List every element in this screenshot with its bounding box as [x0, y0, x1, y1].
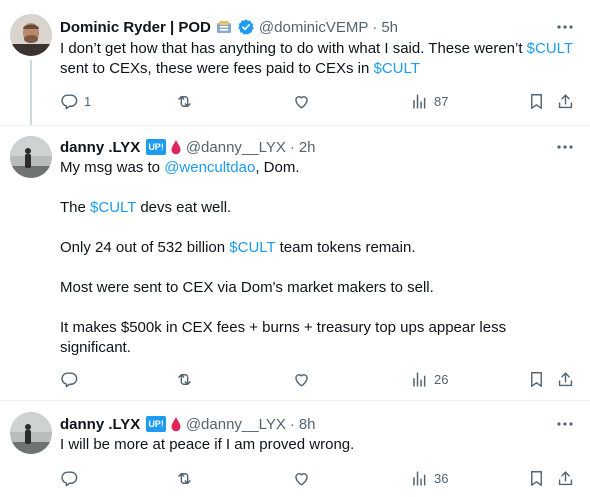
avatar[interactable]	[10, 14, 52, 56]
avatar[interactable]	[10, 136, 52, 178]
separator-dot: ·	[289, 138, 295, 156]
reply-count: 1	[84, 93, 92, 109]
avatar[interactable]	[10, 412, 52, 454]
bookmark-button[interactable]	[527, 90, 546, 112]
reply-button[interactable]: 1	[60, 90, 91, 112]
up-badge: UP!	[146, 416, 166, 432]
like-button[interactable]	[292, 368, 311, 390]
cashtag-link[interactable]: $CULT	[527, 40, 573, 57]
views-count: 36	[434, 470, 449, 486]
views-button[interactable]: 26	[410, 368, 448, 390]
repost-button[interactable]	[175, 368, 194, 390]
like-icon	[292, 370, 311, 389]
tweet-paragraph: I don’t get how that has anything to do …	[60, 39, 575, 79]
cashtag-link[interactable]: $CULT	[229, 239, 275, 256]
author-handle[interactable]: @dominicVEMP	[259, 19, 368, 36]
like-icon	[292, 469, 311, 488]
text-segment: My msg was to	[60, 159, 165, 176]
tweet-paragraph: My msg was to @wencultdao, Dom.	[60, 158, 575, 178]
reply-icon	[60, 92, 79, 111]
tweet-3[interactable]: danny .LYX UP! @danny__LYX · 8h I will b…	[0, 401, 590, 497]
reply-icon	[60, 370, 79, 389]
more-icon[interactable]	[554, 136, 576, 158]
reply-button[interactable]	[60, 368, 79, 390]
text-segment: I don’t get how that has anything to do …	[60, 40, 527, 57]
tweet-paragraph: Most were sent to CEX via Dom's market m…	[60, 278, 575, 298]
cashtag-link[interactable]: $CULT	[90, 199, 136, 216]
blood-drop-icon	[170, 416, 182, 432]
tweet-paragraph: I will be more at peace if I am proved w…	[60, 436, 355, 453]
timestamp[interactable]: 8h	[299, 416, 316, 433]
more-icon[interactable]	[554, 16, 576, 38]
text-segment: Only 24 out of 532 billion	[60, 239, 230, 256]
timestamp[interactable]: 2h	[299, 139, 316, 156]
views-icon	[410, 370, 429, 389]
views-icon	[410, 469, 429, 488]
text-segment: Most were sent to CEX via Dom's market m…	[60, 279, 434, 296]
text-segment: It makes $500k in CEX fees + burns + tre…	[60, 319, 507, 356]
share-icon	[556, 92, 575, 111]
repost-icon	[175, 92, 194, 111]
text-segment: The	[60, 199, 91, 216]
more-icon[interactable]	[554, 413, 576, 435]
tweet-2[interactable]: danny .LYX UP! @danny__LYX · 2h My msg w…	[0, 126, 590, 400]
mention-link[interactable]: @wencultdao	[164, 159, 255, 176]
text-segment: team tokens remain.	[275, 239, 416, 256]
bookmark-button[interactable]	[527, 467, 546, 489]
separator-dot: ·	[372, 18, 378, 36]
tweet-text: I don’t get how that has anything to do …	[60, 39, 575, 79]
blood-drop-icon	[170, 139, 182, 155]
repost-icon	[175, 370, 194, 389]
author-name[interactable]: Dominic Ryder | POD	[60, 19, 211, 36]
tweet-paragraph: It makes $500k in CEX fees + burns + tre…	[60, 318, 540, 358]
bookmark-icon	[527, 92, 546, 111]
tweet-1[interactable]: Dominic Ryder | POD @dominicVEMP · 5h I …	[0, 0, 590, 125]
views-count: 87	[434, 93, 449, 109]
tweet-header: danny .LYX UP! @danny__LYX · 2h	[60, 136, 316, 158]
views-icon	[410, 92, 429, 111]
bookmark-icon	[527, 370, 546, 389]
action-bar: 26	[0, 368, 590, 390]
text-segment: sent to CEXs, these were fees paid to CE…	[60, 60, 374, 77]
emoji-badge	[215, 18, 233, 36]
repost-icon	[175, 469, 194, 488]
reply-button[interactable]	[60, 467, 79, 489]
repost-button[interactable]	[175, 90, 194, 112]
author-name[interactable]: danny .LYX	[60, 416, 140, 433]
bookmark-icon	[527, 469, 546, 488]
share-button[interactable]	[556, 90, 575, 112]
like-icon	[292, 92, 311, 111]
tweet-header: danny .LYX UP! @danny__LYX · 8h	[60, 413, 316, 435]
author-name[interactable]: danny .LYX	[60, 139, 140, 156]
text-segment: , Dom.	[255, 159, 300, 176]
bookmark-button[interactable]	[527, 368, 546, 390]
share-icon	[556, 469, 575, 488]
tweet-text: I will be more at peace if I am proved w…	[60, 435, 575, 455]
share-button[interactable]	[556, 368, 575, 390]
tweet-text: My msg was to @wencultdao, Dom. The $CUL…	[60, 158, 575, 358]
timestamp[interactable]: 5h	[381, 19, 398, 36]
views-button[interactable]: 36	[410, 467, 448, 489]
share-icon	[556, 370, 575, 389]
like-button[interactable]	[292, 467, 311, 489]
reply-icon	[60, 469, 79, 488]
like-button[interactable]	[292, 90, 311, 112]
author-handle[interactable]: @danny__LYX	[186, 416, 286, 433]
cashtag-link[interactable]: $CULT	[374, 60, 420, 77]
action-bar: 36	[0, 467, 590, 489]
views-button[interactable]: 87	[410, 90, 448, 112]
repost-button[interactable]	[175, 467, 194, 489]
up-badge: UP!	[146, 139, 166, 155]
author-handle[interactable]: @danny__LYX	[186, 139, 286, 156]
verified-badge-icon	[237, 18, 255, 36]
text-segment: devs eat well.	[136, 199, 232, 216]
tweet-paragraph: The $CULT devs eat well.	[60, 198, 575, 218]
views-count: 26	[434, 371, 449, 387]
tweet-paragraph: Only 24 out of 532 billion $CULT team to…	[60, 238, 575, 258]
separator-dot: ·	[289, 415, 295, 433]
action-bar: 1 87	[0, 90, 590, 112]
share-button[interactable]	[556, 467, 575, 489]
tweet-header: Dominic Ryder | POD @dominicVEMP · 5h	[60, 16, 398, 38]
